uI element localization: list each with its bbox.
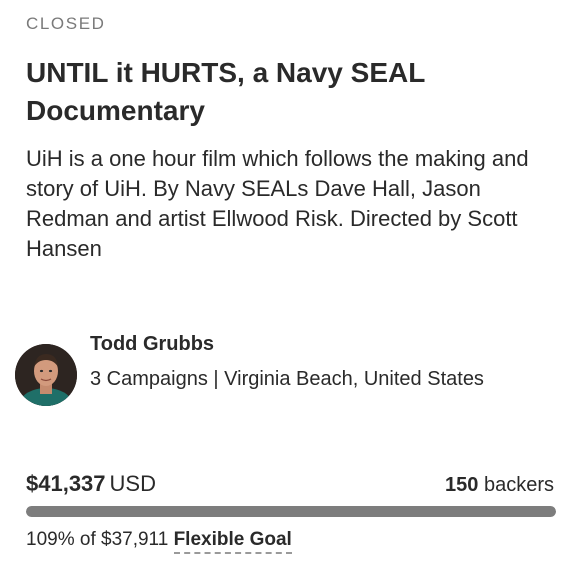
goal-percent: 109% of $37,911 bbox=[26, 529, 169, 550]
status-badge: CLOSED bbox=[26, 14, 106, 33]
campaign-title[interactable]: UNTIL it HURTS, a Navy SEAL Documentary bbox=[26, 54, 526, 130]
progress-fill bbox=[26, 506, 556, 517]
progress-bar bbox=[26, 506, 556, 517]
owner-name[interactable]: Todd Grubbs bbox=[90, 330, 214, 358]
owner-meta: 3 Campaigns | Virginia Beach, United Sta… bbox=[90, 368, 484, 390]
raised-value: $41,337 bbox=[26, 471, 106, 496]
funding-summary: $41,337 USD 150 backers bbox=[26, 470, 556, 500]
campaign-card: CLOSED UNTIL it HURTS, a Navy SEAL Docum… bbox=[26, 0, 556, 264]
goal-summary: 109% of $37,911 Flexible Goal bbox=[26, 526, 556, 554]
campaign-blurb: UiH is a one hour film which follows the… bbox=[26, 146, 529, 261]
campaign-owner: Todd Grubbs 3 Campaigns | Virginia Beach… bbox=[15, 330, 535, 430]
backers-count: 150 backers bbox=[445, 472, 554, 498]
goal-type-link[interactable]: Flexible Goal bbox=[173, 529, 292, 554]
backers-label: backers bbox=[483, 474, 554, 496]
raised-amount: $41,337 USD bbox=[26, 470, 156, 498]
backers-number: 150 bbox=[445, 474, 479, 496]
profile-photo-icon bbox=[15, 344, 77, 406]
avatar[interactable] bbox=[15, 344, 77, 406]
raised-currency: USD bbox=[109, 471, 156, 496]
